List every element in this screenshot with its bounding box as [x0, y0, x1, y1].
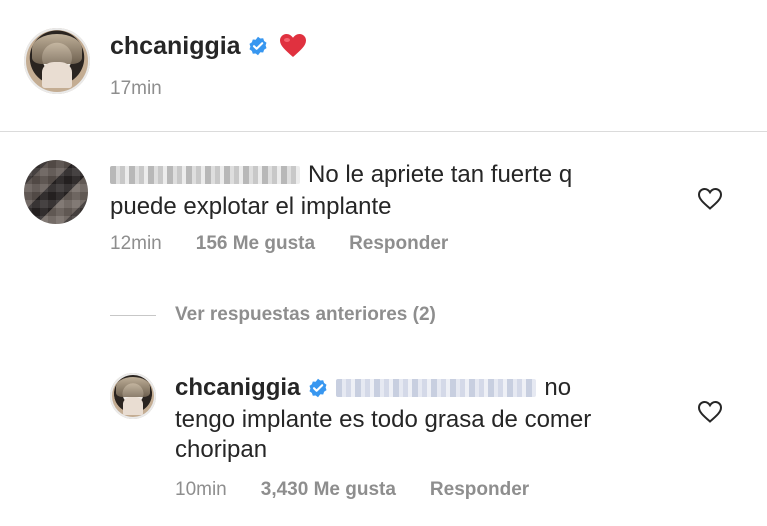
comment-body: No le apriete tan fuerte q puede explota…: [110, 160, 670, 222]
reply-reply-button[interactable]: Responder: [430, 479, 529, 501]
reply-text-line3: choripan: [175, 436, 268, 463]
comment-text-line1: No le apriete tan fuerte q: [308, 161, 573, 188]
avatar-body-shape: [123, 397, 143, 415]
avatar-hair-shape: [32, 34, 82, 64]
heart-outline-icon[interactable]: [697, 187, 723, 211]
reply-text-line1-end: no: [544, 374, 572, 401]
reply-author-avatar[interactable]: [110, 373, 156, 419]
comment-text-line2: puede explotar el implante: [110, 193, 392, 220]
reply-timestamp: 10min: [175, 479, 227, 500]
commenter-avatar[interactable]: [24, 160, 88, 224]
comment-timestamp: 12min: [110, 233, 162, 254]
replies-line: [110, 315, 156, 316]
post-timestamp: 17min: [110, 78, 162, 99]
commenter-username-redacted[interactable]: [110, 166, 300, 184]
reply-likes[interactable]: 3,430 Me gusta: [261, 479, 396, 501]
post-author-avatar[interactable]: [24, 28, 90, 94]
avatar-hair-shape: [116, 377, 150, 397]
header-divider: [0, 131, 767, 132]
comment-likes[interactable]: 156 Me gusta: [196, 233, 315, 255]
reply-text-line2: tengo implante es todo grasa de comer: [175, 406, 592, 433]
heart-outline-icon[interactable]: [697, 400, 723, 424]
view-previous-replies-button[interactable]: Ver respuestas anteriores (2): [175, 304, 436, 326]
verified-badge-icon: [249, 36, 267, 56]
mentioned-username-redacted[interactable]: [336, 379, 537, 397]
post-header: chcaniggia: [110, 30, 307, 62]
post-username[interactable]: chcaniggia: [110, 32, 241, 61]
comment-meta: 12min 156 Me gusta Responder: [110, 233, 448, 255]
avatar-body-shape: [42, 62, 72, 88]
reply-username[interactable]: chcaniggia: [175, 373, 300, 403]
verified-badge-icon: [309, 378, 327, 398]
reply-meta: 10min 3,430 Me gusta Responder: [175, 479, 529, 501]
heart-emoji-icon: [279, 34, 306, 57]
reply-body: chcaniggia no tengo implante es todo gra…: [175, 373, 675, 465]
comment-reply-button[interactable]: Responder: [349, 233, 448, 255]
